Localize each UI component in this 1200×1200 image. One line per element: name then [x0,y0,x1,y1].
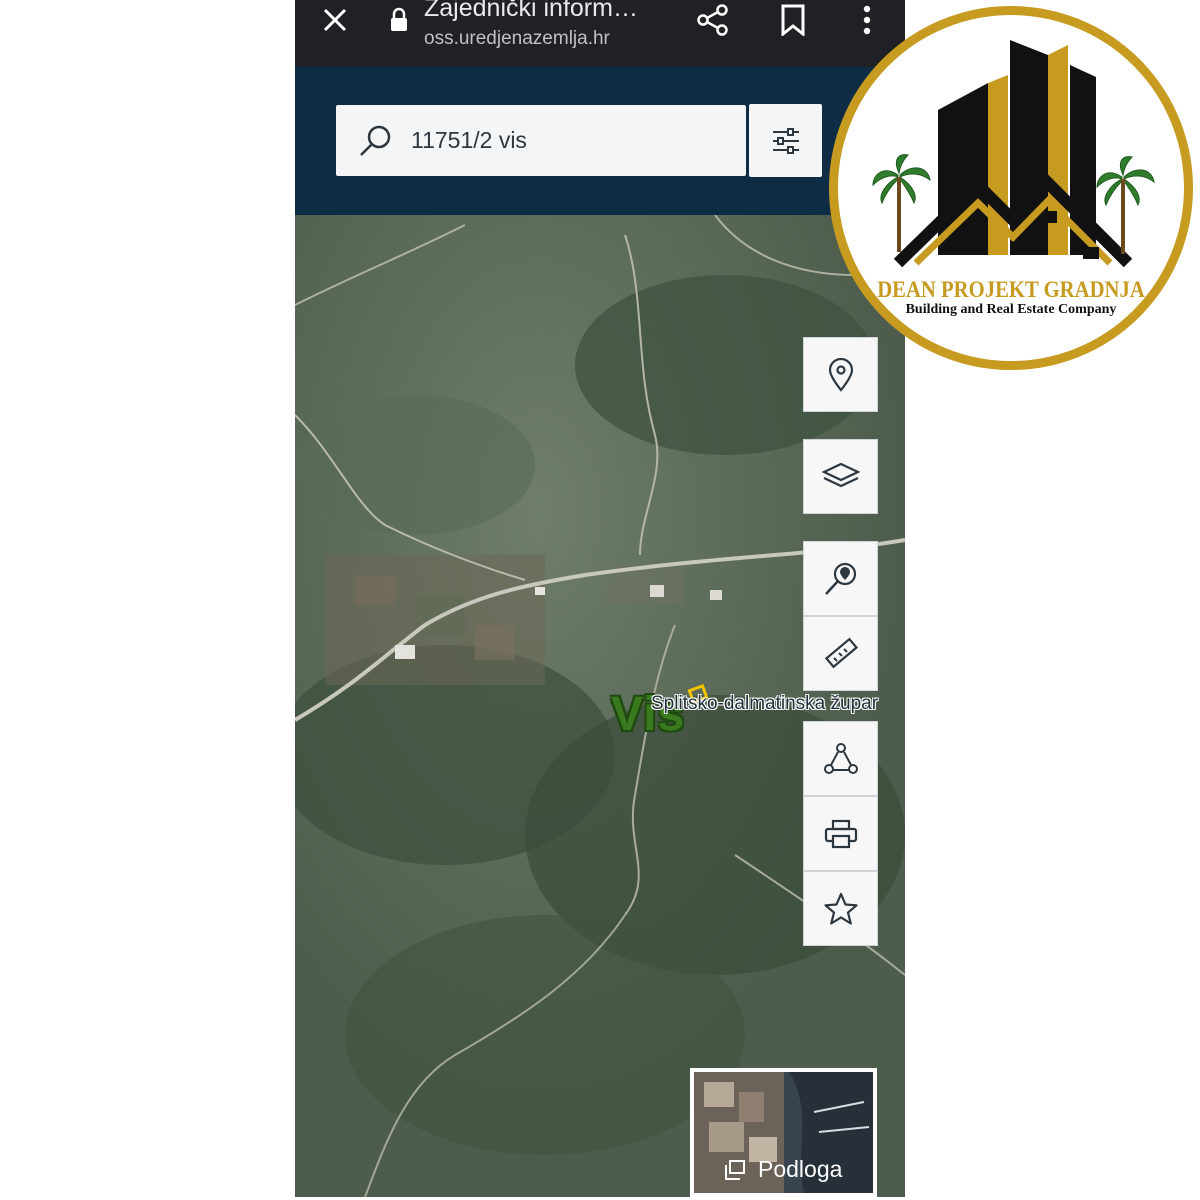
browser-toolbar: Zajednički inform… oss.uredjenazemlja.hr [295,0,905,67]
measure-button[interactable] [803,616,878,691]
ruler-icon [824,637,858,668]
print-button[interactable] [803,796,878,871]
basemap-switcher[interactable]: Podloga [690,1068,877,1197]
search-location-button[interactable] [803,541,878,616]
basemap-icon [725,1159,745,1180]
company-logo: DEAN PROJEKT GRADNJA Building and Real E… [829,6,1193,370]
favorites-button[interactable] [803,871,878,946]
print-icon [824,819,857,848]
basemap-label-group: Podloga [724,1156,842,1183]
search-input[interactable]: 11751/2 vis [336,105,746,176]
app-header: 11751/2 vis [295,67,905,215]
bookmark-icon[interactable] [778,0,808,40]
draw-polygon-button[interactable] [803,721,878,796]
lock-icon [387,0,411,40]
logo-tagline: Building and Real Estate Company [905,302,1117,317]
basemap-thumbnail: Podloga [694,1072,873,1193]
search-value: 11751/2 vis [411,127,527,153]
layers-button[interactable] [803,439,878,514]
region-label: Splitsko-dalmatinska župar [651,693,879,714]
phone-screenshot: Zajednički inform… oss.uredjenazemlja.hr… [295,0,905,1197]
page-title: Zajednički inform… [424,0,638,22]
page-url[interactable]: oss.uredjenazemlja.hr [424,28,610,50]
close-icon[interactable] [315,0,355,40]
layers-icon [821,462,860,487]
logo-company-name: DEAN PROJEKT GRADNJA [877,277,1145,302]
basemap-label: Podloga [758,1156,843,1182]
search-icon [360,125,391,156]
polygon-icon [823,742,858,774]
share-icon[interactable] [693,0,733,40]
star-icon [823,892,858,925]
search-location-icon [824,562,856,595]
filter-button[interactable] [749,104,822,177]
sliders-icon [772,127,799,154]
satellite-map[interactable]: Vis Splitsko-dalmatinska župar Podloga [295,215,905,1197]
location-pin-icon [828,357,853,392]
